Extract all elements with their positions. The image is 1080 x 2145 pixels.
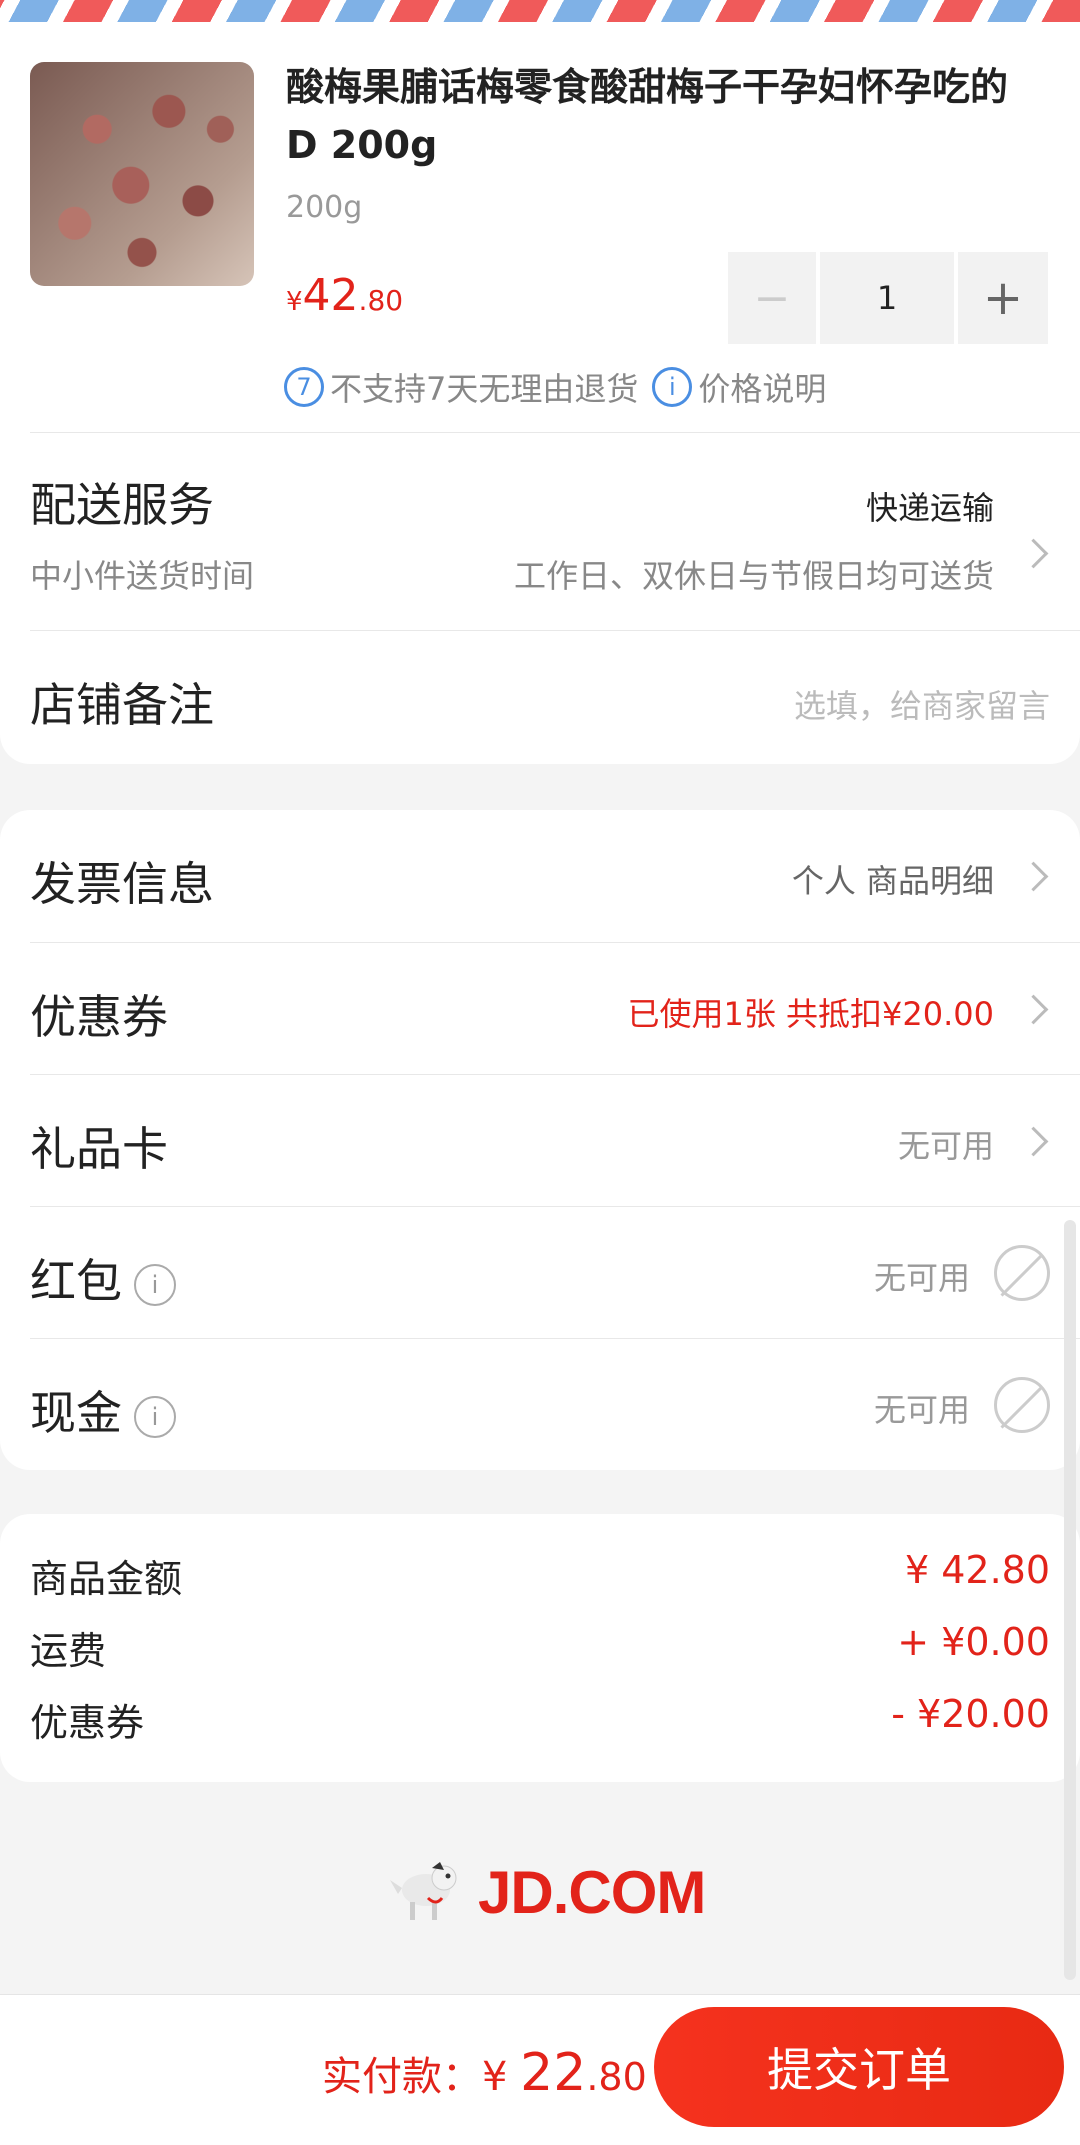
invoice-row[interactable]: 发票信息 个人 商品明细 xyxy=(30,810,1080,942)
chevron-right-icon xyxy=(1018,1126,1049,1157)
goods-amount-label: 商品金额 xyxy=(30,1557,183,1601)
jd-logo: JD.COM xyxy=(388,1852,708,1932)
remark-label: 店铺备注 xyxy=(30,678,214,732)
increase-button[interactable]: + xyxy=(958,252,1048,344)
product-title[interactable]: 酸梅果脯话梅零食酸甜梅子干孕妇怀孕吃的 D 200g xyxy=(286,58,1046,174)
checkout-bar: 实付款：¥ 22.80 提交订单 xyxy=(0,1994,1080,2145)
delivery-label: 配送服务 xyxy=(30,478,214,532)
coupon-row[interactable]: 优惠券 已使用1张 共抵扣¥20.00 xyxy=(30,942,1080,1075)
invoice-label: 发票信息 xyxy=(30,857,214,911)
payment-options-card: 发票信息 个人 商品明细 优惠券 已使用1张 共抵扣¥20.00 礼品卡 无可用… xyxy=(0,810,1080,1470)
total-decimal: .80 xyxy=(586,2055,647,2099)
product-spec: 200g xyxy=(286,190,363,225)
product-price: ¥42.80 xyxy=(286,270,403,321)
redpacket-value: 无可用 xyxy=(873,1259,970,1297)
delivery-sub-label: 中小件送货时间 xyxy=(30,557,255,595)
order-product-card: 酸梅果脯话梅零食酸甜梅子干孕妇怀孕吃的 D 200g 200g ¥42.80 −… xyxy=(0,22,1080,764)
total-currency: ¥ xyxy=(482,2054,521,2100)
jd-logo-text: JD.COM xyxy=(478,1859,706,1926)
chevron-right-icon xyxy=(1018,538,1049,569)
delivery-service-row[interactable]: 配送服务 快递运输 中小件送货时间 工作日、双休日与节假日均可送货 xyxy=(30,432,1080,631)
submit-order-button[interactable]: 提交订单 xyxy=(654,2007,1064,2127)
product-image[interactable] xyxy=(30,62,254,286)
cash-value: 无可用 xyxy=(873,1391,970,1429)
cash-row: 现金 i 无可用 xyxy=(30,1338,1080,1471)
total-payment: 实付款：¥ 22.80 xyxy=(322,2043,647,2103)
coupon-discount-label: 优惠券 xyxy=(30,1701,145,1745)
product-notes: 7 不支持7天无理由退货 i 价格说明 xyxy=(284,364,826,410)
delivery-sub-value: 工作日、双休日与节假日均可送货 xyxy=(513,557,994,595)
quantity-stepper: − 1 + xyxy=(728,252,1048,344)
shop-remark-row: 店铺备注 选填，给商家留言 xyxy=(30,630,1080,763)
remark-input[interactable]: 选填，给商家留言 xyxy=(794,681,1050,727)
delivery-method: 快递运输 xyxy=(865,489,994,527)
goods-amount-value: ¥ 42.80 xyxy=(904,1548,1050,1592)
quantity-input[interactable]: 1 xyxy=(820,252,954,344)
coupon-discount-value: - ¥20.00 xyxy=(891,1692,1050,1736)
chevron-right-icon xyxy=(1018,861,1049,892)
price-note-link[interactable]: 价格说明 xyxy=(698,364,826,410)
redpacket-row: 红包 i 无可用 xyxy=(30,1206,1080,1339)
shipping-value: + ¥0.00 xyxy=(897,1620,1050,1664)
giftcard-label: 礼品卡 xyxy=(30,1122,168,1176)
unavailable-icon xyxy=(994,1245,1050,1301)
airmail-border xyxy=(0,0,1080,22)
price-integer: 42 xyxy=(302,270,359,321)
amount-summary-card: 商品金额 ¥ 42.80 运费 + ¥0.00 优惠券 - ¥20.00 xyxy=(0,1514,1080,1782)
jd-dog-mascot-icon xyxy=(390,1862,457,1920)
cash-label: 现金 xyxy=(30,1386,122,1440)
shipping-label: 运费 xyxy=(30,1629,107,1673)
redpacket-label: 红包 xyxy=(30,1254,122,1308)
decrease-button[interactable]: − xyxy=(728,252,816,344)
coupon-label: 优惠券 xyxy=(30,990,168,1044)
info-icon[interactable]: i xyxy=(652,367,693,407)
price-decimal: .80 xyxy=(358,284,404,317)
info-icon[interactable]: i xyxy=(134,1263,176,1306)
no-return-icon: 7 xyxy=(284,367,324,407)
total-label: 实付款： xyxy=(322,2054,482,2100)
info-icon[interactable]: i xyxy=(134,1395,176,1438)
price-currency: ¥ xyxy=(286,287,303,317)
scrollbar[interactable] xyxy=(1064,1220,1076,1980)
giftcard-row[interactable]: 礼品卡 无可用 xyxy=(30,1074,1080,1207)
giftcard-value: 无可用 xyxy=(897,1127,994,1165)
no-return-text: 不支持7天无理由退货 xyxy=(330,370,639,408)
invoice-value: 个人 商品明细 xyxy=(791,862,994,900)
coupon-value: 已使用1张 共抵扣¥20.00 xyxy=(627,995,994,1033)
unavailable-icon xyxy=(994,1377,1050,1433)
total-integer: 22 xyxy=(520,2043,587,2103)
chevron-right-icon xyxy=(1018,994,1049,1025)
